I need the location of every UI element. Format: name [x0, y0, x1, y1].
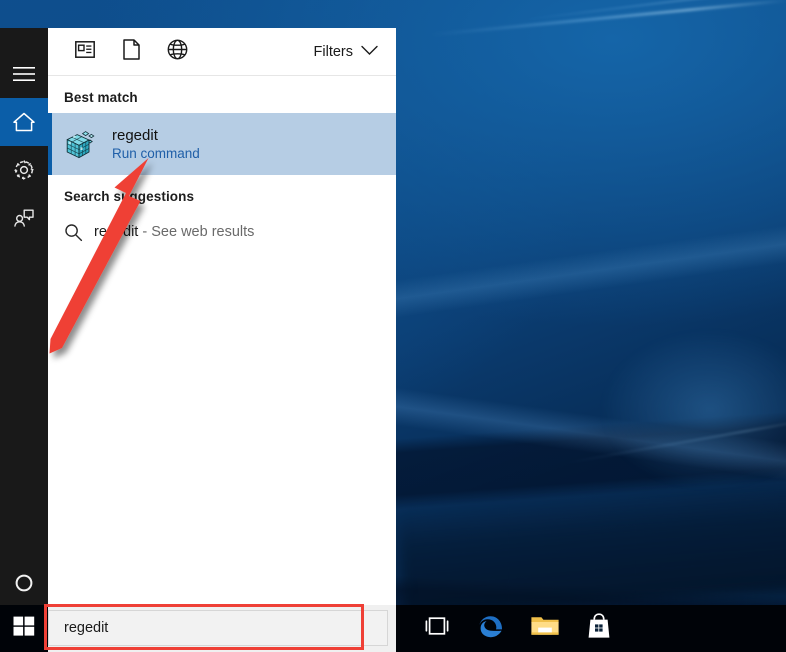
taskbar-item-microsoft-store[interactable]: [572, 605, 626, 652]
apps-window-icon: [75, 40, 95, 63]
taskbar-item-edge[interactable]: [464, 605, 518, 652]
best-match-result[interactable]: regedit Run command: [48, 113, 396, 175]
tab-documents[interactable]: [108, 32, 154, 72]
gear-icon: [12, 158, 36, 182]
best-match-title: regedit: [112, 126, 158, 144]
search-results-pane: Filters Best match regedit Run command S…: [48, 28, 396, 605]
suggestion-text: regedit - See web results: [94, 224, 254, 240]
suggestion-action: See web results: [151, 224, 255, 240]
search-input-value: regedit: [64, 620, 109, 636]
search-magnifier-icon: [64, 223, 94, 242]
screen: Filters Best match regedit Run command S…: [0, 0, 786, 652]
taskbar-item-file-explorer[interactable]: [518, 605, 572, 652]
best-match-heading: Best match: [64, 90, 138, 105]
filters-button[interactable]: Filters: [312, 40, 380, 64]
search-suggestions-heading: Search suggestions: [64, 189, 195, 204]
windows-logo-icon: [13, 615, 35, 642]
wallpaper-light-streak: [430, 0, 786, 37]
cortana-circle-icon: [14, 573, 34, 598]
task-view-icon: [423, 616, 451, 641]
taskbar-item-task-view[interactable]: [410, 605, 464, 652]
home-icon: [12, 111, 36, 133]
wallpaper-glow: [600, 330, 786, 490]
chevron-down-icon: [361, 44, 378, 60]
feedback-person-icon: [12, 206, 36, 230]
best-match-subtitle: Run command: [112, 145, 200, 161]
sidebar-item-feedback[interactable]: [0, 194, 48, 242]
navigation-rail: [0, 28, 48, 605]
sidebar-item-hamburger-menu[interactable]: [0, 50, 48, 98]
wallpaper-dark-band: [396, 480, 786, 618]
cortana-button[interactable]: [0, 565, 48, 605]
results-empty-area: [48, 252, 396, 605]
taskbar-pinned-items: [396, 605, 786, 652]
shopping-bag-icon: [586, 612, 612, 645]
sidebar-item-settings[interactable]: [0, 146, 48, 194]
sidebar-item-home[interactable]: [0, 98, 48, 146]
suggestion-separator: -: [138, 224, 152, 240]
filters-label: Filters: [313, 43, 353, 60]
hamburger-icon: [13, 66, 35, 82]
tab-web[interactable]: [154, 32, 200, 72]
document-icon: [122, 38, 140, 65]
search-header: Filters: [48, 28, 396, 76]
tab-apps[interactable]: [62, 32, 108, 72]
best-match-texts: regedit Run command: [112, 127, 200, 162]
suggestion-item[interactable]: regedit - See web results: [48, 212, 396, 252]
suggestion-query: regedit: [94, 224, 139, 240]
search-input[interactable]: regedit: [48, 610, 388, 646]
search-panel: Filters Best match regedit Run command S…: [0, 28, 396, 605]
folder-icon: [530, 614, 560, 643]
edge-browser-icon: [477, 612, 505, 645]
globe-icon: [167, 39, 188, 65]
regedit-app-icon: [64, 127, 98, 161]
start-button[interactable]: [0, 605, 48, 652]
